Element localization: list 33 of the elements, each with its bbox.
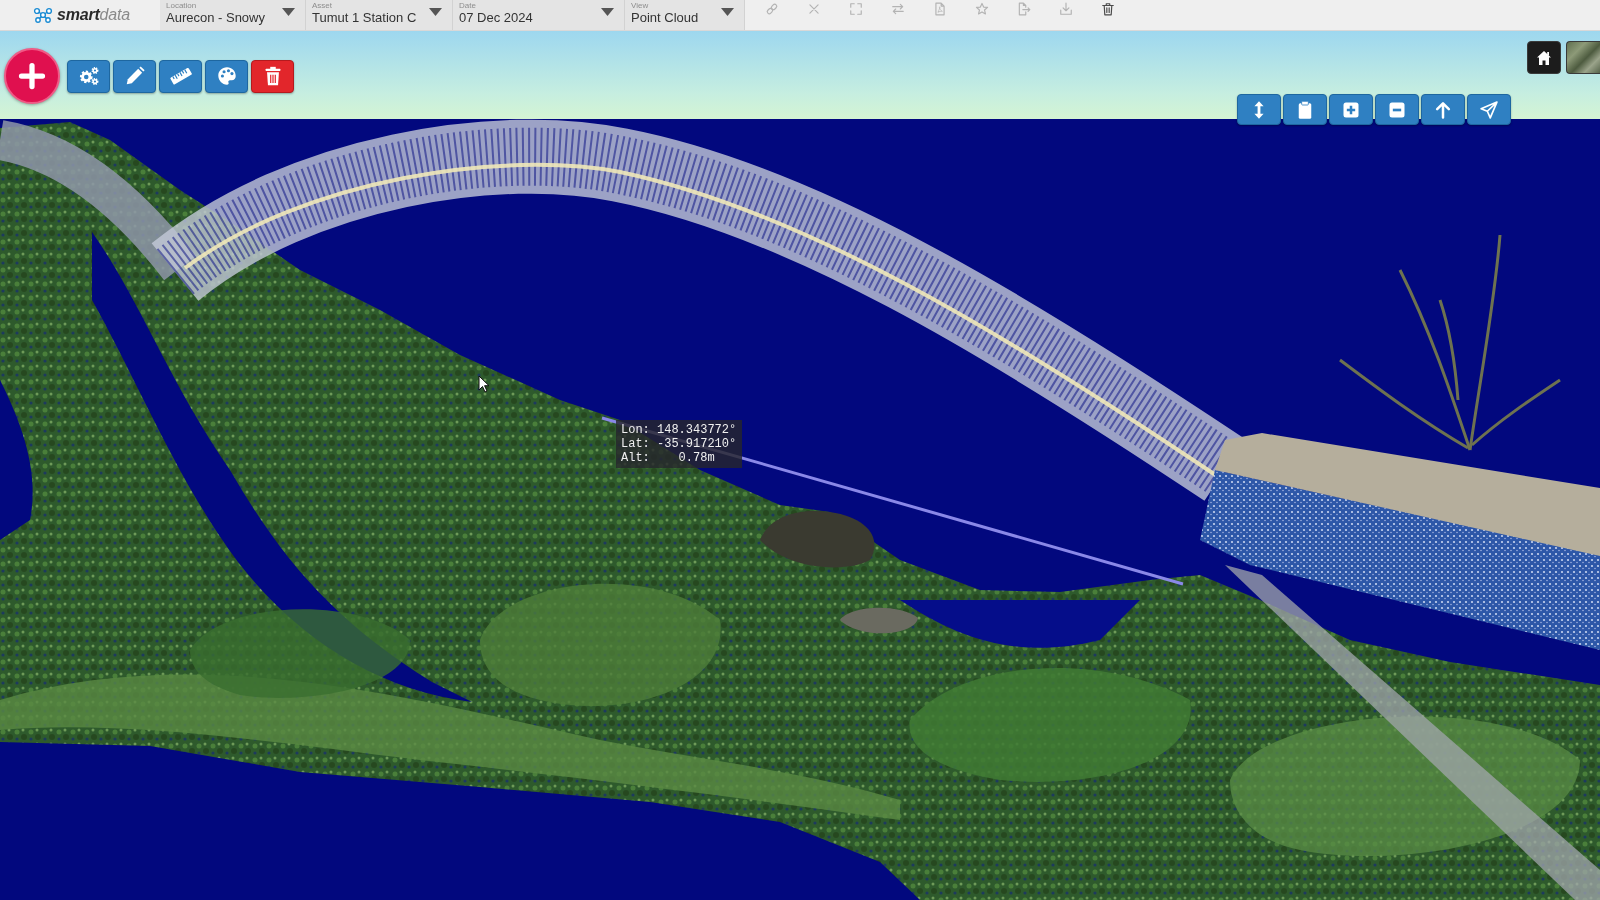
pencil-button[interactable]	[113, 59, 156, 93]
caret-icon	[282, 8, 295, 16]
paper-plane-button[interactable]	[1467, 94, 1511, 125]
plus-icon	[18, 62, 46, 90]
clipboard-button[interactable]	[1283, 94, 1327, 125]
minus-square-button[interactable]	[1375, 94, 1419, 125]
vertical-arrows-button[interactable]	[1237, 94, 1281, 125]
plus-square-button[interactable]	[1329, 94, 1373, 125]
filter-dropdown[interactable]: View Point Cloud	[625, 0, 745, 30]
filter-dropdown[interactable]: Date 07 Dec 2024	[453, 0, 625, 30]
house-icon	[1536, 49, 1552, 66]
cursor-icon	[478, 375, 490, 393]
delete-button[interactable]	[251, 59, 294, 93]
app-logo-text: smartdata	[57, 7, 130, 23]
filter-dropdown[interactable]: Location Aurecon - Snowy	[160, 0, 306, 30]
home-button[interactable]	[1527, 41, 1561, 74]
ruler-button[interactable]	[159, 59, 202, 93]
paper-plane-icon	[1479, 99, 1499, 120]
coordinate-text: Lat: -35.917210°	[621, 437, 737, 451]
caret-icon	[429, 8, 442, 16]
filter-dropdown[interactable]: Asset Tumut 1 Station C	[306, 0, 453, 30]
arrow-up-icon	[1433, 99, 1453, 120]
coordinate-text: Alt: 0.78m	[621, 451, 716, 465]
arrow-up-button[interactable]	[1421, 94, 1465, 125]
palette-button[interactable]	[205, 59, 248, 93]
coordinate-text: Lon: 148.343772°	[621, 423, 737, 437]
caret-icon	[601, 8, 614, 16]
gears-icon	[77, 65, 100, 87]
palette-icon	[215, 65, 238, 87]
caret-icon	[721, 8, 734, 16]
gears-button[interactable]	[67, 59, 110, 93]
logo-icon	[33, 7, 53, 23]
map-thumbnail[interactable]	[1566, 41, 1600, 74]
